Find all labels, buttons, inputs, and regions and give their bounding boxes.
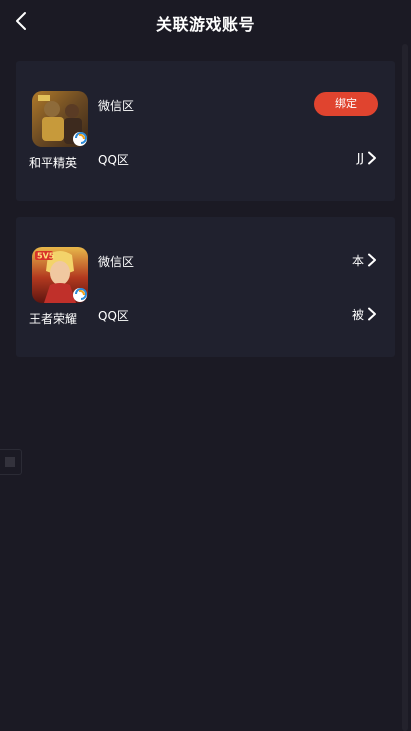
chevron-right-icon [368,151,376,165]
bound-account-value: 本 [351,253,364,268]
bound-account-value: JJ [356,151,364,165]
game-name: 王者荣耀 [29,312,78,326]
honor-of-kings-game-icon: 5V5 [32,247,88,303]
game-name: 和平精英 [29,156,78,170]
page-title: 关联游戏账号 [155,15,255,34]
top-bar: 关联游戏账号 [0,0,411,44]
bound-account-value: 被 [351,307,364,322]
bind-button[interactable]: 绑定 [314,92,378,116]
chevron-right-icon [368,253,376,267]
chevron-right-icon [368,307,376,321]
game-card-peace-elite: 和平精英 微信区 绑定 QQ区 JJ [16,61,395,201]
zone-label-qq: QQ区 [98,309,129,323]
account-link-wechat[interactable]: 本 [352,251,377,269]
zone-label-wechat: 微信区 [98,99,135,113]
account-link-qq[interactable]: JJ [357,149,377,167]
square-icon [5,457,15,467]
floating-widget-handle[interactable] [0,449,22,475]
scrollbar[interactable] [402,44,408,731]
svg-text:5V5: 5V5 [37,252,55,261]
game-card-honor-of-kings: 5V5 王者荣耀 微信区 本 QQ区 被 [16,217,395,357]
account-link-qq[interactable]: 被 [352,305,377,323]
peace-elite-game-icon [32,91,88,147]
zone-label-wechat: 微信区 [98,255,135,269]
zone-label-qq: QQ区 [98,153,129,167]
